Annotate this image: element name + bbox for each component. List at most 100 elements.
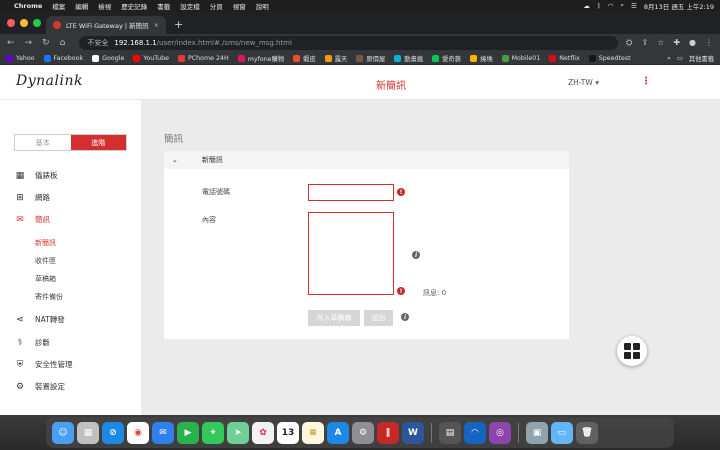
extensions-icon[interactable]: ✚ — [673, 38, 680, 48]
bookmark-speedtest[interactable]: Speedtest — [588, 54, 631, 62]
url-input[interactable]: 不安全 192.168.1.1 /user/index.html#./sms/n… — [79, 36, 619, 50]
cloud-icon[interactable]: ☁ — [583, 2, 590, 10]
sidebar-subitem-sent[interactable]: 寄件備份 — [35, 292, 63, 302]
bluetooth-icon[interactable]: ᛒ — [597, 2, 601, 10]
insecure-label[interactable]: 不安全 — [87, 38, 108, 48]
app-store-icon[interactable]: A — [327, 421, 349, 444]
bookmark-google[interactable]: Google — [92, 54, 124, 62]
more-menu-icon[interactable]: ⋮ — [641, 76, 651, 87]
home-icon[interactable]: ⌂ — [60, 38, 66, 48]
mode-advanced-button[interactable]: 進階 — [70, 135, 126, 150]
sidebar-item-dashboard[interactable]: ▦ 儀錶板 — [14, 170, 58, 181]
notes-icon[interactable]: ≡ — [302, 421, 324, 444]
message-content-textarea[interactable] — [308, 212, 394, 295]
forward-icon[interactable]: → — [25, 38, 33, 48]
sidebar-item-security[interactable]: ⛨ 安全性管理 — [14, 359, 73, 370]
mail-icon[interactable]: ✉ — [152, 421, 174, 444]
search-icon[interactable]: ⌕ — [620, 1, 624, 10]
profile-avatar-icon[interactable]: ● — [689, 38, 696, 48]
sidebar-subitem-inbox[interactable]: 收件匣 — [35, 256, 56, 266]
launchpad-icon[interactable]: ▦ — [77, 421, 99, 444]
sidebar-item-nat[interactable]: ⋖ NAT轉發 — [14, 314, 65, 325]
save-draft-button[interactable]: 存入草稿箱 — [308, 310, 360, 326]
podcasts-icon[interactable]: ◎ — [489, 421, 511, 444]
card-header[interactable]: ⌄ 新簡訊 — [164, 151, 569, 169]
apps-grid-button[interactable] — [617, 336, 647, 366]
sidebar-item-network[interactable]: ⊞ 網路 — [14, 192, 50, 203]
bookmarks-overflow-icon[interactable]: » — [667, 55, 671, 62]
bookmark-shopee[interactable]: 蝦皮 — [293, 54, 316, 63]
chrome-icon[interactable]: ◉ — [127, 421, 149, 444]
other-bookmarks[interactable]: 其他書籤 — [689, 54, 714, 63]
photos-icon[interactable]: ✿ — [252, 421, 274, 444]
bookmark-yahoo[interactable]: Yahoo — [6, 54, 35, 62]
menu-profiles[interactable]: 設定檔 — [180, 1, 200, 11]
menu-history[interactable]: 歷史記錄 — [121, 1, 147, 11]
bookmark-iqiyi[interactable]: 愛奇藝 — [432, 54, 461, 63]
bookmark-netflix[interactable]: Netflix — [549, 54, 580, 62]
system-preferences-icon[interactable]: ⚙ — [352, 421, 374, 444]
safari-icon[interactable]: ⊘ — [102, 421, 124, 444]
messages-icon[interactable]: ✦ — [202, 421, 224, 444]
calendar-icon[interactable]: 13 — [277, 421, 299, 444]
menu-tabs[interactable]: 分頁 — [210, 1, 223, 11]
parallels-icon[interactable]: ∥ — [377, 421, 399, 444]
sidebar-item-sms[interactable]: ✉ 簡訊 — [14, 214, 50, 225]
new-tab-icon[interactable]: + — [174, 18, 183, 31]
menu-bookmarks[interactable]: 書籤 — [157, 1, 170, 11]
back-icon[interactable]: ← — [7, 38, 15, 48]
bookmark-bbq[interactable]: 燒埆 — [470, 54, 493, 63]
archive-utility-icon[interactable]: ▣ — [526, 421, 548, 444]
close-tab-icon[interactable]: × — [154, 21, 159, 29]
bookmark-ruten[interactable]: 露天 — [324, 54, 347, 63]
iqiyi-icon — [432, 54, 440, 62]
downloads-folder-icon[interactable]: ▭ — [551, 421, 573, 444]
bookmark-myfone[interactable]: myfone購物 — [237, 54, 284, 63]
bookmark-star-icon[interactable]: ☆ — [657, 38, 664, 48]
chrome-menu-icon[interactable]: ⋮ — [705, 38, 713, 48]
finder-icon[interactable]: ☺ — [52, 421, 74, 444]
bookmark-mobile01[interactable]: Mobile01 — [501, 54, 540, 62]
menu-view[interactable]: 檢視 — [98, 1, 111, 11]
minimize-window-icon[interactable] — [20, 19, 28, 27]
bookmark-label: Speedtest — [598, 54, 631, 62]
maps-icon[interactable]: ➤ — [227, 421, 249, 444]
word-icon[interactable]: W — [402, 421, 424, 444]
bookmark-ani[interactable]: 動畫瘋 — [394, 54, 423, 63]
facetime-icon[interactable]: ▶ — [177, 421, 199, 444]
menubar-datetime[interactable]: 8月13日 週五 上午2:19 — [644, 1, 714, 11]
menu-help[interactable]: 說明 — [256, 1, 269, 11]
menu-app-name[interactable]: Chrome — [14, 2, 42, 10]
mode-basic-button[interactable]: 基本 — [15, 135, 71, 150]
bookmark-facebook[interactable]: Facebook — [43, 54, 83, 62]
menu-edit[interactable]: 編輯 — [75, 1, 88, 11]
trash-icon[interactable]: 🗑 — [576, 421, 598, 444]
content-info-icon[interactable]: i — [412, 251, 420, 259]
reload-icon[interactable]: ↻ — [42, 38, 50, 48]
sidebar-item-diagnostics[interactable]: ⚕ 診斷 — [14, 337, 50, 348]
sidebar-subitem-drafts[interactable]: 草稿箱 — [35, 274, 56, 284]
translate-icon[interactable]: ⛭ — [626, 38, 632, 48]
sidebar-subitem-new-sms[interactable]: 新簡訊 — [35, 238, 56, 248]
menu-file[interactable]: 檔案 — [52, 1, 65, 11]
share-icon[interactable]: ⇪ — [641, 38, 648, 48]
send-button[interactable]: 送出 — [364, 310, 393, 326]
chevron-down-icon[interactable]: ⌄ — [172, 156, 178, 164]
section-title: 簡訊 — [164, 134, 184, 145]
send-info-icon[interactable]: i — [401, 313, 409, 321]
browser-tab[interactable]: LTE WiFi Gateway | 新簡訊 × — [46, 16, 166, 34]
wifi-utility-icon[interactable]: ◠ — [464, 421, 486, 444]
control-center-icon[interactable]: ☰ — [631, 2, 637, 10]
phone-number-input[interactable] — [308, 184, 394, 201]
bookmark-coolpc[interactable]: 原價屋 — [356, 54, 385, 63]
calculator-icon[interactable]: ▤ — [439, 421, 461, 444]
sidebar-item-device-settings[interactable]: ⚙ 裝置設定 — [14, 381, 65, 392]
language-select[interactable]: ZH-TW ▾ — [568, 78, 599, 87]
wifi-icon[interactable]: ◠ — [608, 2, 614, 10]
menu-window[interactable]: 視窗 — [233, 1, 246, 11]
zoom-window-icon[interactable] — [33, 19, 41, 27]
language-value: ZH-TW — [568, 78, 593, 87]
bookmark-youtube[interactable]: YouTube — [133, 54, 169, 62]
close-window-icon[interactable] — [7, 19, 15, 27]
bookmark-pchome[interactable]: PChome 24H — [177, 54, 229, 62]
